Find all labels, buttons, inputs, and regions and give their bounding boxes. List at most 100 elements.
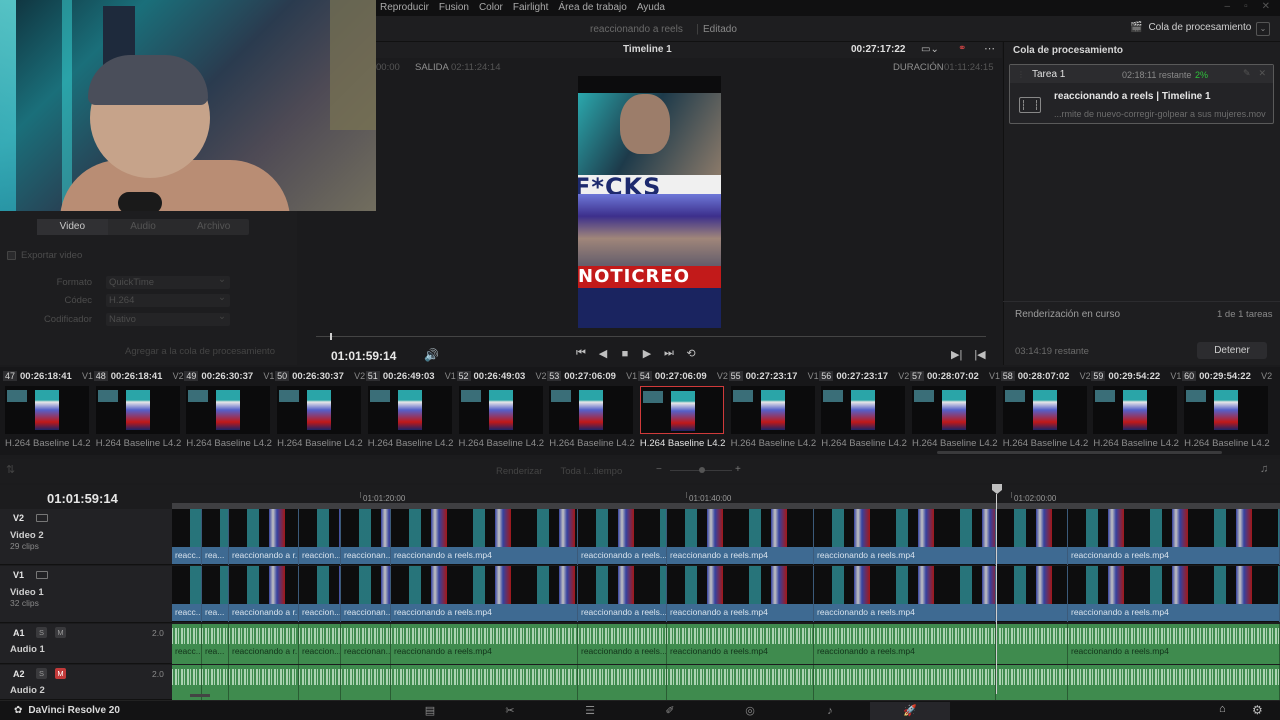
menu-ayuda[interactable]: Ayuda bbox=[637, 2, 665, 13]
solo-button[interactable]: S bbox=[36, 627, 47, 638]
maximize-icon[interactable]: ▫ bbox=[1244, 1, 1248, 12]
clip-thumbnail[interactable]: 55 00:27:23:17 V1 H.264 Baseline L4.2 bbox=[728, 368, 819, 452]
play-icon[interactable]: ▶ bbox=[640, 347, 654, 360]
cut-page-icon[interactable]: ✂ bbox=[470, 702, 550, 720]
edit-icon[interactable]: ✎ bbox=[1243, 68, 1251, 79]
tab-audio[interactable]: Audio bbox=[108, 219, 179, 235]
track-header-v2[interactable]: V2 Video 2 29 clips bbox=[0, 509, 172, 565]
clip-thumbnail[interactable]: 49 00:26:30:37 V1 H.264 Baseline L4.2 bbox=[184, 368, 274, 452]
video-clip[interactable]: reaccionando a reels.mp4 bbox=[1068, 566, 1280, 622]
menu-color[interactable]: Color bbox=[479, 2, 503, 13]
edit-page-icon[interactable]: ☰ bbox=[550, 702, 630, 720]
video-clip[interactable]: reaccionando a reels.mp4 bbox=[1068, 509, 1280, 565]
render-range-select[interactable]: Toda l...tiempo bbox=[560, 466, 622, 477]
zoom-slider-handle[interactable] bbox=[699, 467, 705, 473]
scrubber-handle[interactable] bbox=[330, 333, 332, 340]
audio-clip[interactable] bbox=[578, 665, 667, 700]
track-header-v1[interactable]: V1 Video 1 32 clips bbox=[0, 566, 172, 623]
viewer-timeline-name[interactable]: Timeline 1 bbox=[623, 44, 672, 55]
play-reverse-icon[interactable]: ◀ bbox=[596, 347, 610, 360]
audio-clip[interactable] bbox=[229, 665, 299, 700]
export-video-option[interactable]: Exportar video bbox=[7, 250, 82, 261]
solo-button[interactable]: S bbox=[36, 668, 47, 679]
audio-meter-icon[interactable]: ♫ bbox=[1260, 463, 1268, 475]
add-to-render-queue-button[interactable]: Agregar a la cola de procesamiento bbox=[125, 346, 275, 357]
mute-button[interactable]: M bbox=[55, 627, 66, 638]
video-clip[interactable]: reaccion... bbox=[299, 509, 341, 565]
video-clip[interactable]: reaccionan... bbox=[341, 566, 391, 622]
audio-clip[interactable]: reacc... bbox=[172, 624, 202, 664]
audio-clip[interactable]: reaccionando a reels.mp4 bbox=[667, 624, 814, 664]
format-select[interactable]: QuickTime bbox=[106, 273, 230, 289]
audio-clip[interactable]: reaccionando a reels.mp4 bbox=[391, 624, 578, 664]
video-clip[interactable]: reaccionando a reels.mp4 bbox=[667, 566, 814, 622]
volume-icon[interactable]: 🔊 bbox=[424, 348, 439, 362]
video-clip[interactable]: reaccionando a reels.mp4 bbox=[391, 509, 578, 565]
clip-thumbnail[interactable]: 58 00:28:07:02 V2 H.264 Baseline L4.2 bbox=[1000, 368, 1091, 452]
menu-area-de-trabajo[interactable]: Área de trabajo bbox=[558, 2, 626, 13]
loop-icon[interactable]: ⟲ bbox=[684, 347, 698, 360]
video-track-icon[interactable] bbox=[36, 571, 48, 579]
video-track-icon[interactable] bbox=[36, 514, 48, 522]
video-clip[interactable]: reaccionando a reels.mp4 bbox=[667, 509, 814, 565]
audio-clip[interactable] bbox=[341, 665, 391, 700]
link-icon[interactable]: ⚭ bbox=[958, 43, 966, 54]
video-clip[interactable] bbox=[996, 566, 1068, 622]
fusion-page-icon[interactable]: ✐ bbox=[630, 702, 710, 720]
clip-thumbnail[interactable]: 54 00:27:06:09 V2 H.264 Baseline L4.2 bbox=[637, 368, 728, 452]
clip-thumbnail[interactable]: 60 00:29:54:22 V2 H.264 Baseline L4.2 bbox=[1182, 368, 1272, 452]
video-clip[interactable]: reaccionando a reels.mp4 bbox=[814, 566, 996, 622]
minimize-icon[interactable]: – bbox=[1225, 1, 1231, 12]
audio-clip[interactable] bbox=[299, 665, 341, 700]
fairlight-page-icon[interactable]: ♪ bbox=[790, 702, 870, 720]
menu-reproducir[interactable]: Reproducir bbox=[380, 2, 429, 13]
audio-clip[interactable]: reaccionando a reels.mp4 bbox=[814, 624, 996, 664]
media-page-icon[interactable]: ▤ bbox=[390, 702, 470, 720]
stop-render-button[interactable]: Detener bbox=[1197, 342, 1267, 359]
audio-clip[interactable] bbox=[996, 665, 1068, 700]
go-to-end-icon[interactable]: ⏭ bbox=[662, 347, 676, 360]
clip-thumbnail[interactable]: 51 00:26:49:03 V1 H.264 Baseline L4.2 bbox=[365, 368, 456, 452]
video-clip[interactable]: reacc... bbox=[172, 566, 202, 622]
audio-clip[interactable] bbox=[667, 665, 814, 700]
next-clip-icon[interactable]: ▶| bbox=[951, 348, 962, 361]
viewer-scrubber[interactable] bbox=[316, 336, 986, 337]
timeline-scrollbar[interactable] bbox=[190, 694, 210, 697]
menu-fusion[interactable]: Fusion bbox=[439, 2, 469, 13]
video-clip[interactable]: reaccionan... bbox=[341, 509, 391, 565]
export-video-checkbox[interactable] bbox=[7, 251, 16, 260]
encoder-select[interactable]: Nativo bbox=[106, 310, 230, 326]
audio-clip[interactable] bbox=[996, 624, 1068, 664]
timeline-options-icon[interactable]: ⇅ bbox=[6, 463, 15, 476]
video-clip[interactable]: reaccionando a reels.mp4 bbox=[814, 509, 996, 565]
codec-select[interactable]: H.264 bbox=[106, 291, 230, 307]
track-header-a1[interactable]: A1 S M 2.0 Audio 1 bbox=[0, 624, 172, 664]
audio-clip[interactable] bbox=[814, 665, 996, 700]
menu-fairlight[interactable]: Fairlight bbox=[513, 2, 549, 13]
render-queue-toggle-button[interactable]: 🎬 Cola de procesamiento bbox=[1130, 22, 1251, 33]
previous-clip-icon[interactable]: |◀ bbox=[974, 348, 985, 361]
clip-thumbnail[interactable]: 59 00:29:54:22 V1 H.264 Baseline L4.2 bbox=[1091, 368, 1181, 452]
color-page-icon[interactable]: ◎ bbox=[710, 702, 790, 720]
deliver-page-icon[interactable]: 🚀 bbox=[870, 702, 950, 720]
home-icon[interactable]: ⌂ bbox=[1219, 703, 1226, 715]
monitor-icon[interactable]: ▭⌄ bbox=[921, 44, 939, 55]
zoom-out-icon[interactable]: − bbox=[656, 464, 662, 475]
video-clip[interactable]: reaccionando a r... bbox=[229, 509, 299, 565]
collapse-panel-icon[interactable]: ⌄ bbox=[1256, 22, 1270, 36]
video-clip[interactable]: reaccion... bbox=[299, 566, 341, 622]
track-header-a2[interactable]: A2 S M 2.0 Audio 2 bbox=[0, 665, 172, 700]
mute-button[interactable]: M bbox=[55, 668, 66, 679]
video-clip[interactable]: reaccionando a reels.... bbox=[578, 566, 667, 622]
video-clip[interactable]: reaccionando a r... bbox=[229, 566, 299, 622]
audio-clip[interactable]: reaccionan... bbox=[341, 624, 391, 664]
close-job-icon[interactable]: ✕ bbox=[1259, 68, 1267, 79]
clip-thumbnail[interactable]: 57 00:28:07:02 V1 H.264 Baseline L4.2 bbox=[910, 368, 1000, 452]
video-clip[interactable]: rea... bbox=[202, 566, 229, 622]
audio-clip[interactable]: reaccionando a r... bbox=[229, 624, 299, 664]
clips-scrollbar[interactable] bbox=[937, 451, 1222, 454]
audio-clip[interactable]: rea... bbox=[202, 624, 229, 664]
clip-thumbnail[interactable]: 48 00:26:18:41 V2 H.264 Baseline L4.2 bbox=[93, 368, 184, 452]
gear-icon[interactable]: ⚙ bbox=[1252, 703, 1263, 717]
close-icon[interactable]: ✕ bbox=[1262, 1, 1270, 12]
